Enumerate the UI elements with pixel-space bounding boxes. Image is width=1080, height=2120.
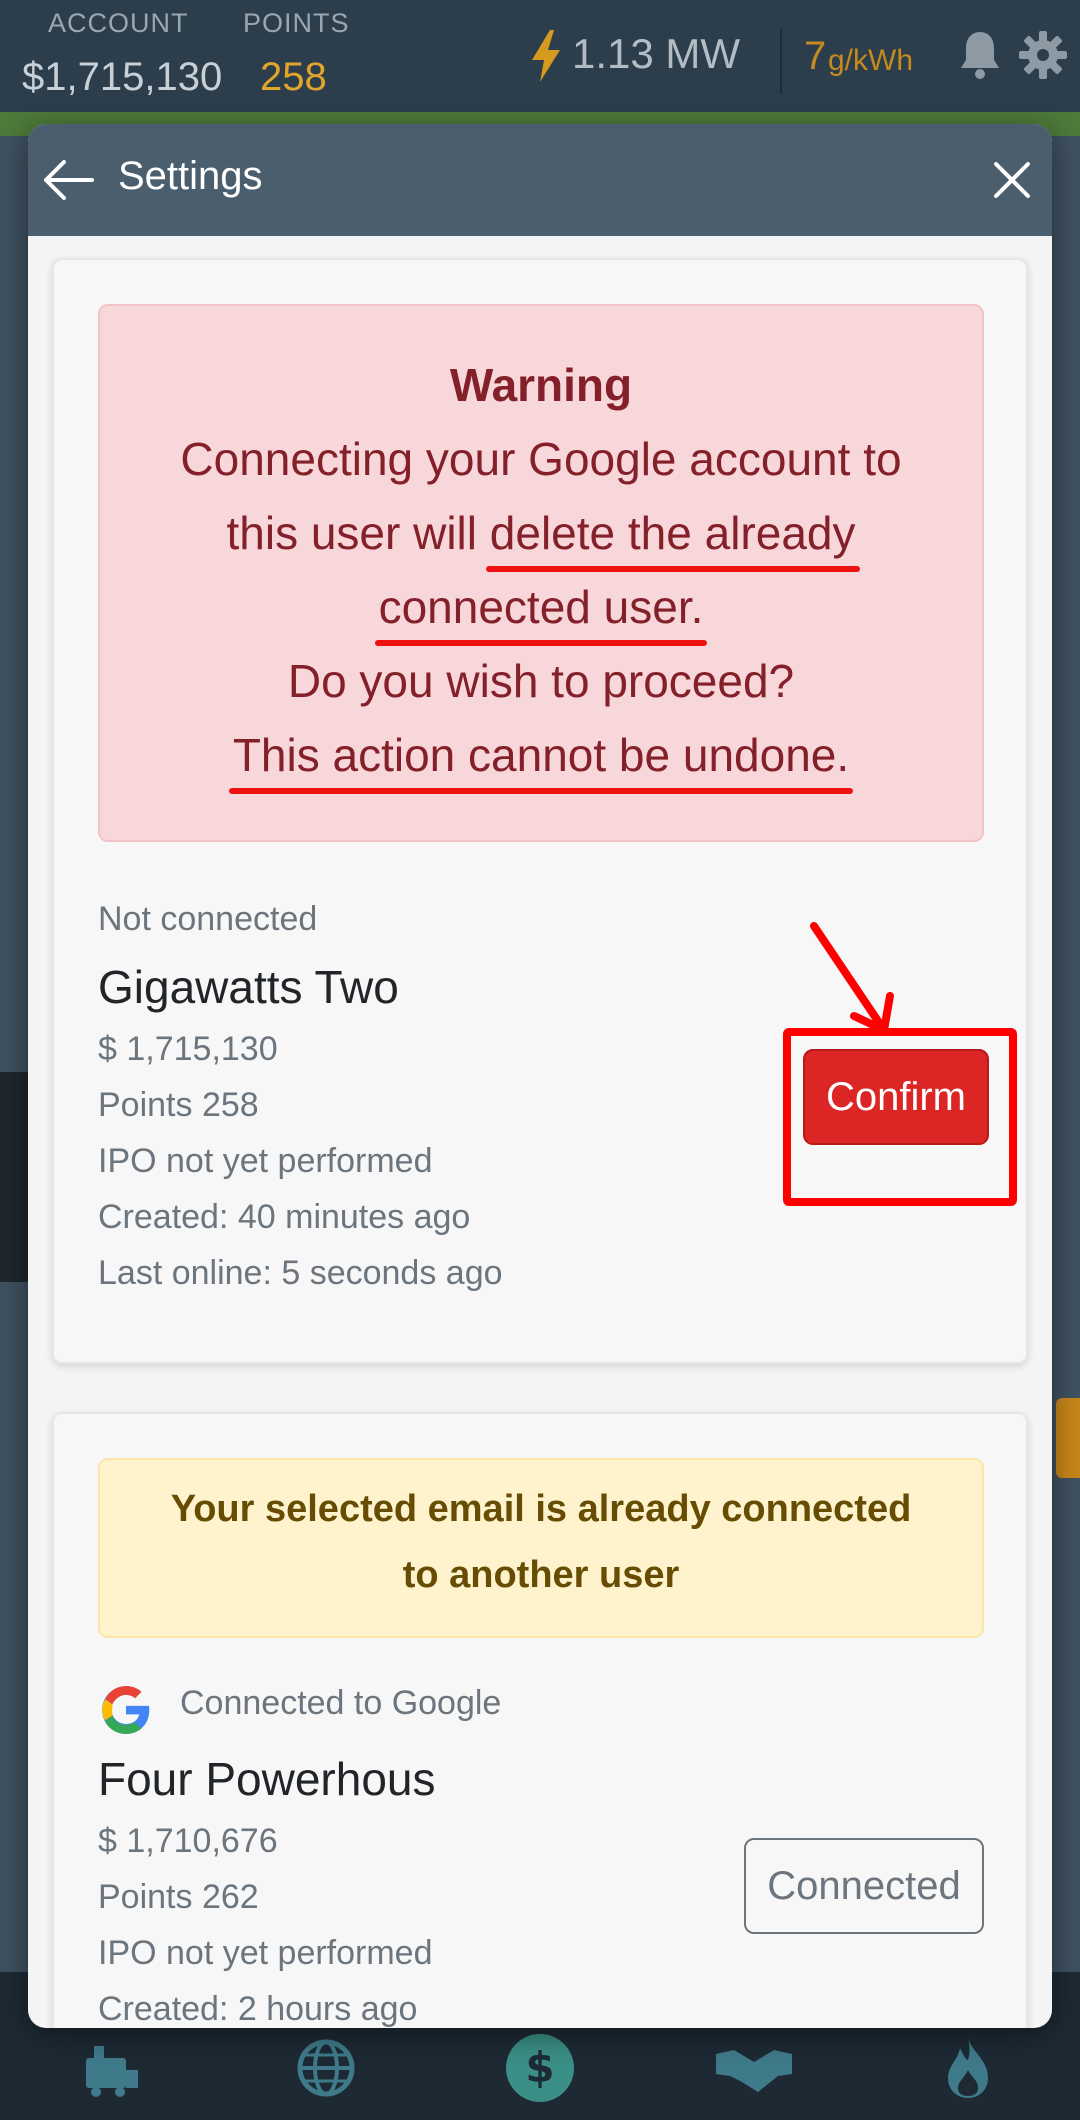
svg-text:$: $	[525, 2043, 554, 2092]
warning-emphasis: This action cannot be undone.	[228, 729, 854, 794]
user-points: Points 262	[98, 1878, 259, 1916]
back-arrow-icon[interactable]	[40, 154, 96, 206]
user-card-connected: Your selected email is already connected…	[52, 1412, 1028, 2028]
dollar-icon[interactable]: $	[504, 2032, 576, 2104]
connection-status: Not connected	[98, 900, 318, 938]
account-label: ACCOUNT	[48, 8, 189, 38]
warning-line: connected user.	[100, 580, 982, 646]
globe-icon[interactable]	[294, 2036, 358, 2100]
factory-icon[interactable]	[80, 2036, 144, 2100]
background-tab	[1056, 1398, 1080, 1478]
warning-line: this user will delete the already	[100, 506, 982, 572]
google-icon	[102, 1686, 150, 1734]
confirm-button[interactable]: Confirm	[803, 1049, 989, 1145]
co2-unit: g/kWh	[828, 44, 914, 77]
account-value: $1,715,130	[22, 55, 223, 99]
handshake-icon[interactable]	[712, 2036, 796, 2100]
warning-line: Connecting your Google account to	[180, 433, 902, 485]
connected-button[interactable]: Connected	[744, 1838, 984, 1934]
email-warning-line: to another user	[402, 1554, 680, 1596]
points-value: 258	[260, 55, 327, 99]
warning-line: Do you wish to proceed?	[287, 655, 795, 707]
modal-title: Settings	[118, 154, 263, 198]
warning-title: Warning	[449, 359, 633, 411]
user-created: Created: 2 hours ago	[98, 1990, 418, 2028]
user-created: Created: 40 minutes ago	[98, 1198, 471, 1236]
warning-line: This action cannot be undone.	[100, 728, 982, 794]
user-money: $ 1,710,676	[98, 1822, 278, 1860]
gear-icon[interactable]	[1018, 30, 1068, 80]
flame-icon[interactable]	[936, 2036, 1000, 2100]
user-name: Gigawatts Two	[98, 961, 399, 1013]
email-warning-alert: Your selected email is already connected…	[98, 1458, 984, 1638]
warning-text: this user will	[226, 507, 490, 559]
points-label: POINTS	[243, 8, 350, 38]
top-status-bar: ACCOUNT $1,715,130 POINTS 258 1.13 MW 7 …	[0, 0, 1080, 112]
co2-value: 7	[804, 34, 827, 78]
user-name: Four Powerhous	[98, 1753, 436, 1805]
connection-status: Connected to Google	[180, 1684, 502, 1722]
power-bolt-icon	[532, 30, 560, 82]
warning-alert: Warning Connecting your Google account t…	[98, 304, 984, 842]
bell-icon[interactable]	[958, 30, 1002, 80]
warning-emphasis: delete the already	[485, 507, 860, 572]
user-money: $ 1,715,130	[98, 1030, 278, 1068]
divider	[780, 28, 782, 94]
user-ipo: IPO not yet performed	[98, 1142, 433, 1180]
email-warning-line: Your selected email is already connected	[170, 1488, 912, 1530]
warning-emphasis: connected user.	[374, 581, 708, 646]
settings-modal: Settings Warning Connecting your Google …	[28, 124, 1052, 2028]
close-icon[interactable]	[990, 158, 1034, 202]
user-card-current: Warning Connecting your Google account t…	[52, 258, 1028, 1364]
modal-body[interactable]: Warning Connecting your Google account t…	[28, 236, 1052, 2028]
user-ipo: IPO not yet performed	[98, 1934, 433, 1972]
modal-header: Settings	[28, 124, 1052, 236]
user-last-online: Last online: 5 seconds ago	[98, 1254, 503, 1292]
power-value: 1.13 MW	[572, 30, 741, 77]
annotation-arrow-icon	[810, 922, 894, 1034]
user-points: Points 258	[98, 1086, 259, 1124]
